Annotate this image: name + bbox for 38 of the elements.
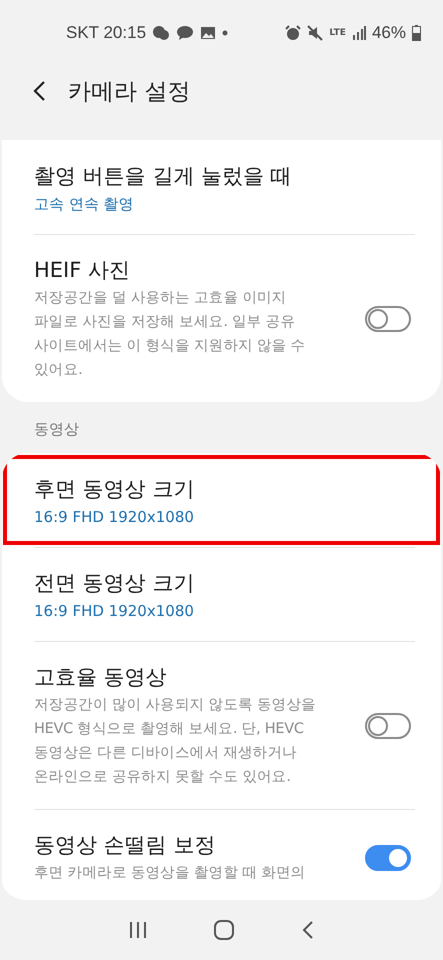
muted-speaker-icon xyxy=(307,25,324,41)
setting-title: 촬영 버튼을 길게 눌렀을 때 xyxy=(34,163,293,190)
setting-row[interactable]: 고효율 동영상 저장공간이 많이 사용되지 않도록 동영상을 HEVC 형식으로 촬영해 보세요. 단, HEVC 동영상은 다른 디바이스에서 재생하거나 온라인으로 공유하지 못할 수도 있어요. xyxy=(2,641,441,809)
back-icon[interactable] xyxy=(32,80,46,102)
alarm-icon xyxy=(285,25,302,41)
chat-bubbles-icon xyxy=(152,25,170,41)
dot-icon xyxy=(222,30,228,36)
setting-row[interactable]: 촬영 버튼을 길게 눌렀을 때 고속 연속 촬영 xyxy=(2,140,441,234)
setting-row[interactable]: 전면 동영상 크기 16:9 FHD 1920x1080 xyxy=(2,547,441,641)
image-icon xyxy=(200,26,216,40)
setting-title: 전면 동영상 크기 xyxy=(34,570,196,597)
setting-description: 후면 카메라로 동영상을 촬영할 때 화면의 xyxy=(34,864,306,883)
setting-value: 16:9 FHD 1920x1080 xyxy=(34,601,195,622)
recent-apps-icon[interactable] xyxy=(128,921,148,939)
setting-row[interactable]: HEIF 사진 저장공간을 덜 사용하는 고효율 이미지 파일로 사진을 저장해 보세요. 일부 공유 사이트에서는 이 형식을 지원하지 않을 수 있어요. xyxy=(2,234,441,402)
setting-value: 고속 연속 촬영 xyxy=(34,194,135,215)
speech-bubble-icon xyxy=(176,25,194,41)
setting-description: 저장공간이 많이 사용되지 않도록 동영상을 HEVC 형식으로 촬영해 보세요. 단, HEVC 동영상은 다른 디바이스에서 재생하거나 온라인으로 공유하지 못할 수도 있어요. xyxy=(34,696,317,787)
setting-description: 저장공간을 덜 사용하는 고효율 이미지 파일로 사진을 저장해 보세요. 일부 공유 사이트에서는 이 형식을 지원하지 않을 수 있어요. xyxy=(34,289,306,380)
setting-row[interactable]: 동영상 손떨림 보정 후면 카메라로 동영상을 촬영할 때 화면의 xyxy=(2,809,441,900)
carrier-time: SKT 20:15 xyxy=(66,23,146,43)
back-icon[interactable] xyxy=(301,920,316,940)
battery-icon xyxy=(412,25,421,41)
setting-value: 16:9 FHD 1920x1080 xyxy=(34,507,195,528)
setting-title: 후면 동영상 크기 xyxy=(34,476,196,503)
network-label: LTE xyxy=(329,28,346,38)
section-label: 동영상 xyxy=(33,419,80,440)
setting-row[interactable]: 후면 동영상 크기 16:9 FHD 1920x1080 xyxy=(2,453,441,547)
toggle-switch[interactable] xyxy=(365,306,411,332)
toggle-switch[interactable] xyxy=(365,845,411,871)
battery-percent: 46% xyxy=(372,23,406,43)
setting-title: 동영상 손떨림 보정 xyxy=(34,832,216,859)
toggle-switch[interactable] xyxy=(365,713,411,739)
signal-icon xyxy=(352,26,366,40)
setting-title: HEIF 사진 xyxy=(34,257,132,284)
home-icon[interactable] xyxy=(213,919,236,941)
setting-title: 고효율 동영상 xyxy=(34,664,168,691)
page-title: 카메라 설정 xyxy=(68,78,190,106)
